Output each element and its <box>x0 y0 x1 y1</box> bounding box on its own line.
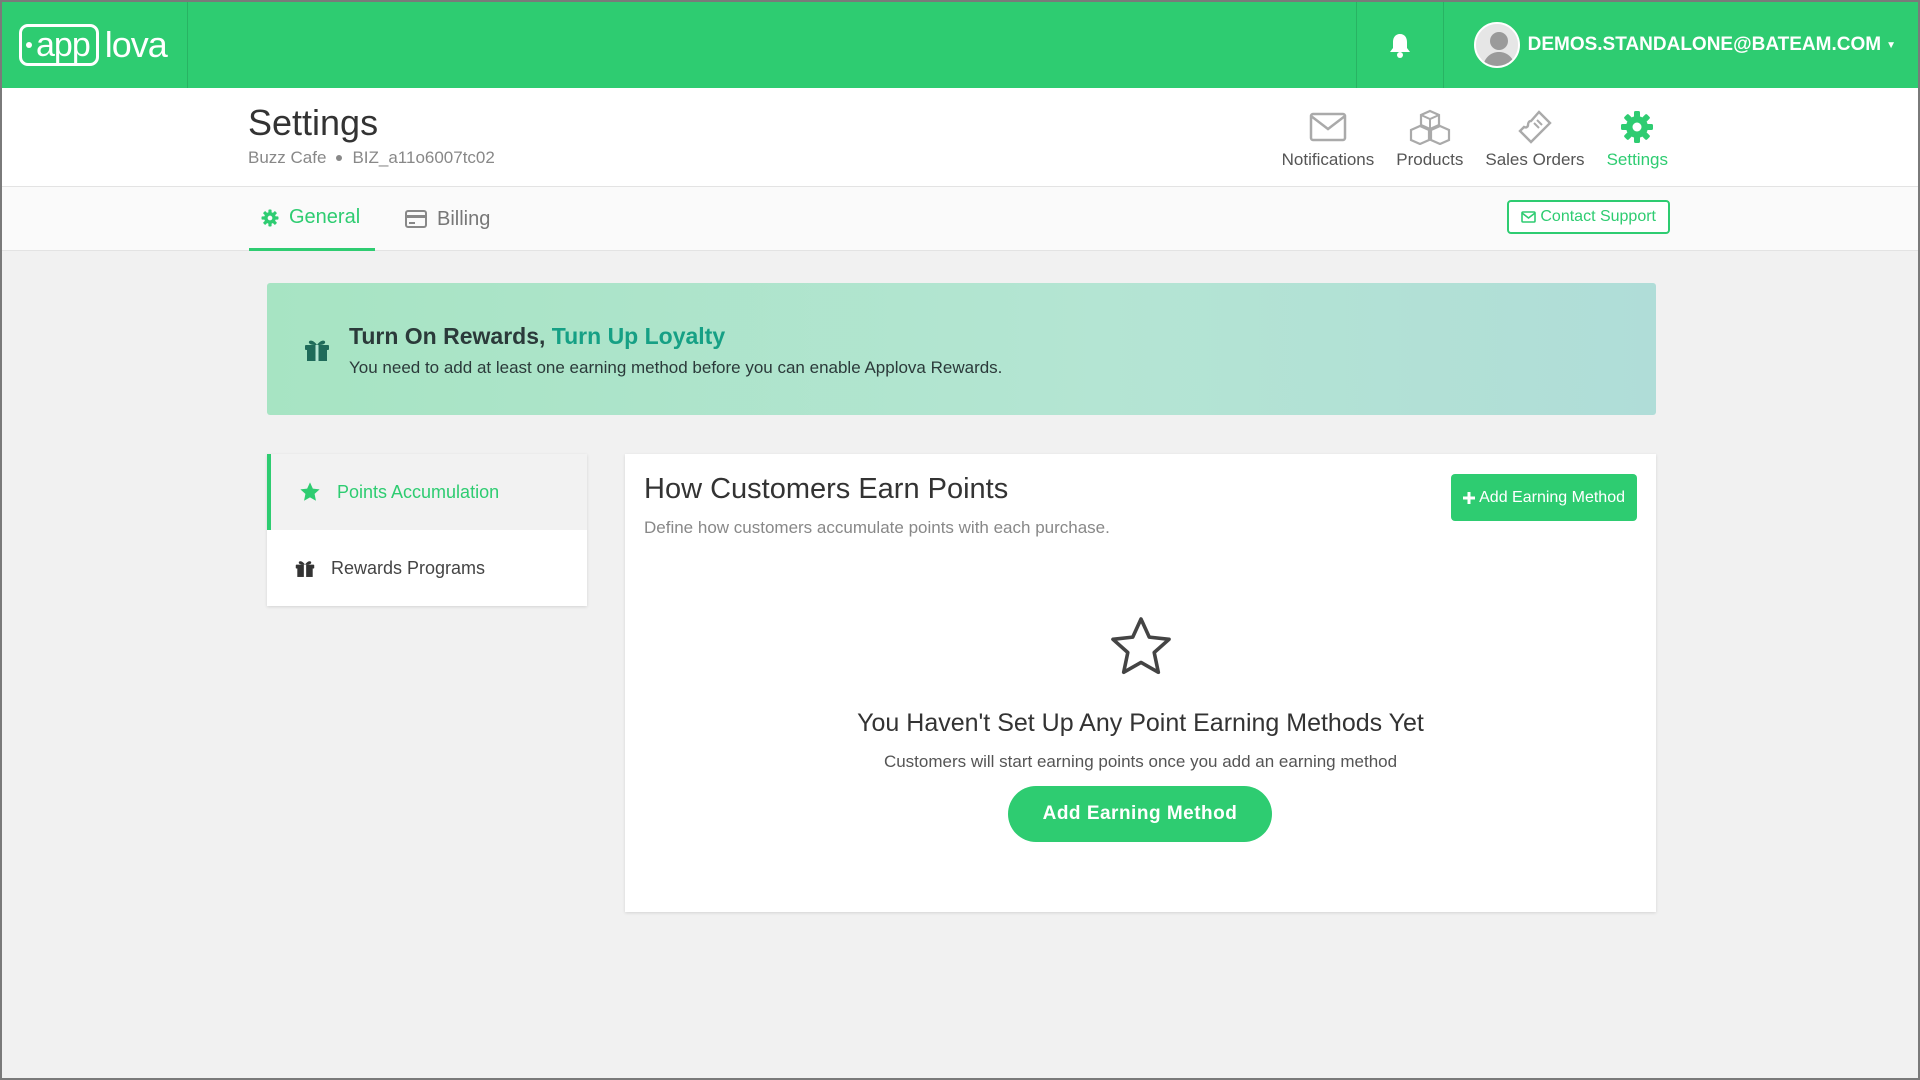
tab-billing[interactable]: Billing <box>405 187 490 251</box>
empty-state-add-earning-method-button[interactable]: Add Earning Method <box>1008 786 1272 842</box>
panel-title: How Customers Earn Points <box>644 473 1009 505</box>
panel-subtitle: Define how customers accumulate points w… <box>644 518 1110 537</box>
side-item-rewards-programs[interactable]: Rewards Programs <box>267 530 587 606</box>
business-info: Buzz Cafe BIZ_a11o6007tc02 <box>248 148 495 168</box>
rewards-side-menu: Points Accumulation Rewards Programs <box>267 454 587 606</box>
empty-state-title: You Haven't Set Up Any Point Earning Met… <box>857 709 1424 737</box>
envelope-icon <box>1521 211 1537 223</box>
contact-support-button[interactable]: Contact Support <box>1507 200 1670 234</box>
boxes-icon <box>1409 109 1450 145</box>
nav-products[interactable]: Products <box>1396 108 1463 170</box>
ticket-icon <box>1518 110 1552 144</box>
settings-tabs: General Billing Contact Support <box>2 187 1918 251</box>
business-id: BIZ_a11o6007tc02 <box>352 148 495 167</box>
top-bar: app lova DEMOS.STANDALONE@BATEAM.COM ▼ <box>2 2 1918 88</box>
nav-sales-orders[interactable]: Sales Orders <box>1485 108 1585 170</box>
tab-general[interactable]: General <box>249 187 376 251</box>
page-title: Settings <box>248 102 379 143</box>
gear-icon <box>1621 111 1654 143</box>
logo[interactable]: app lova <box>2 2 188 88</box>
nav-sales-orders-label: Sales Orders <box>1485 150 1585 169</box>
side-item-points-accumulation[interactable]: Points Accumulation <box>267 454 587 530</box>
avatar-silhouette-icon <box>1475 24 1518 66</box>
logo-lova-text: lova <box>104 24 168 65</box>
page-header: Settings Buzz Cafe BIZ_a11o6007tc02 Noti… <box>2 88 1918 187</box>
star-outline-icon <box>1111 617 1171 675</box>
caret-down-icon: ▼ <box>1886 39 1896 51</box>
rewards-banner: Turn On Rewards, Turn Up Loyalty You nee… <box>267 283 1656 415</box>
credit-card-icon <box>405 210 427 228</box>
separator-dot <box>336 155 343 161</box>
earning-methods-panel: How Customers Earn Points Define how cus… <box>625 454 1656 912</box>
logo-dot <box>26 42 32 48</box>
bell-icon <box>1389 34 1410 58</box>
nav-products-label: Products <box>1396 150 1464 169</box>
plus-icon <box>1463 491 1476 504</box>
banner-title-strong: Turn On Rewards, <box>349 323 546 349</box>
nav-notifications-label: Notifications <box>1281 150 1375 169</box>
user-email: DEMOS.STANDALONE@BATEAM.COM <box>1527 34 1882 55</box>
tab-billing-label: Billing <box>437 207 491 230</box>
tab-general-label: General <box>289 206 361 228</box>
logo-app-text: app <box>36 26 91 64</box>
add-earning-method-button[interactable]: Add Earning Method <box>1451 474 1637 521</box>
banner-title-accent: Turn Up Loyalty <box>551 323 726 349</box>
logo-app-mark: app <box>19 24 99 66</box>
nav-notifications[interactable]: Notifications <box>1281 108 1375 170</box>
notifications-bell-button[interactable] <box>1355 2 1444 88</box>
contact-support-label: Contact Support <box>1540 208 1656 225</box>
empty-state-text: Customers will start earning points once… <box>883 752 1398 771</box>
gift-icon <box>305 340 329 361</box>
envelope-icon <box>1309 112 1347 142</box>
avatar <box>1473 22 1520 68</box>
nav-settings-label: Settings <box>1606 150 1668 169</box>
business-name: Buzz Cafe <box>248 148 327 167</box>
add-earning-method-label: Add Earning Method <box>1479 488 1625 506</box>
star-icon <box>300 482 320 501</box>
gift-icon <box>295 560 315 577</box>
header-nav: Notifications Products Sales Orders Sett… <box>1260 108 1668 170</box>
user-menu[interactable]: DEMOS.STANDALONE@BATEAM.COM ▼ <box>1444 2 1918 88</box>
gear-icon <box>261 209 279 226</box>
banner-text: You need to add at least one earning met… <box>349 358 1003 377</box>
side-item-rewards-programs-label: Rewards Programs <box>331 557 486 578</box>
side-item-points-accumulation-label: Points Accumulation <box>337 481 500 502</box>
nav-settings[interactable]: Settings <box>1607 108 1668 170</box>
banner-title: Turn On Rewards, Turn Up Loyalty <box>349 323 725 350</box>
